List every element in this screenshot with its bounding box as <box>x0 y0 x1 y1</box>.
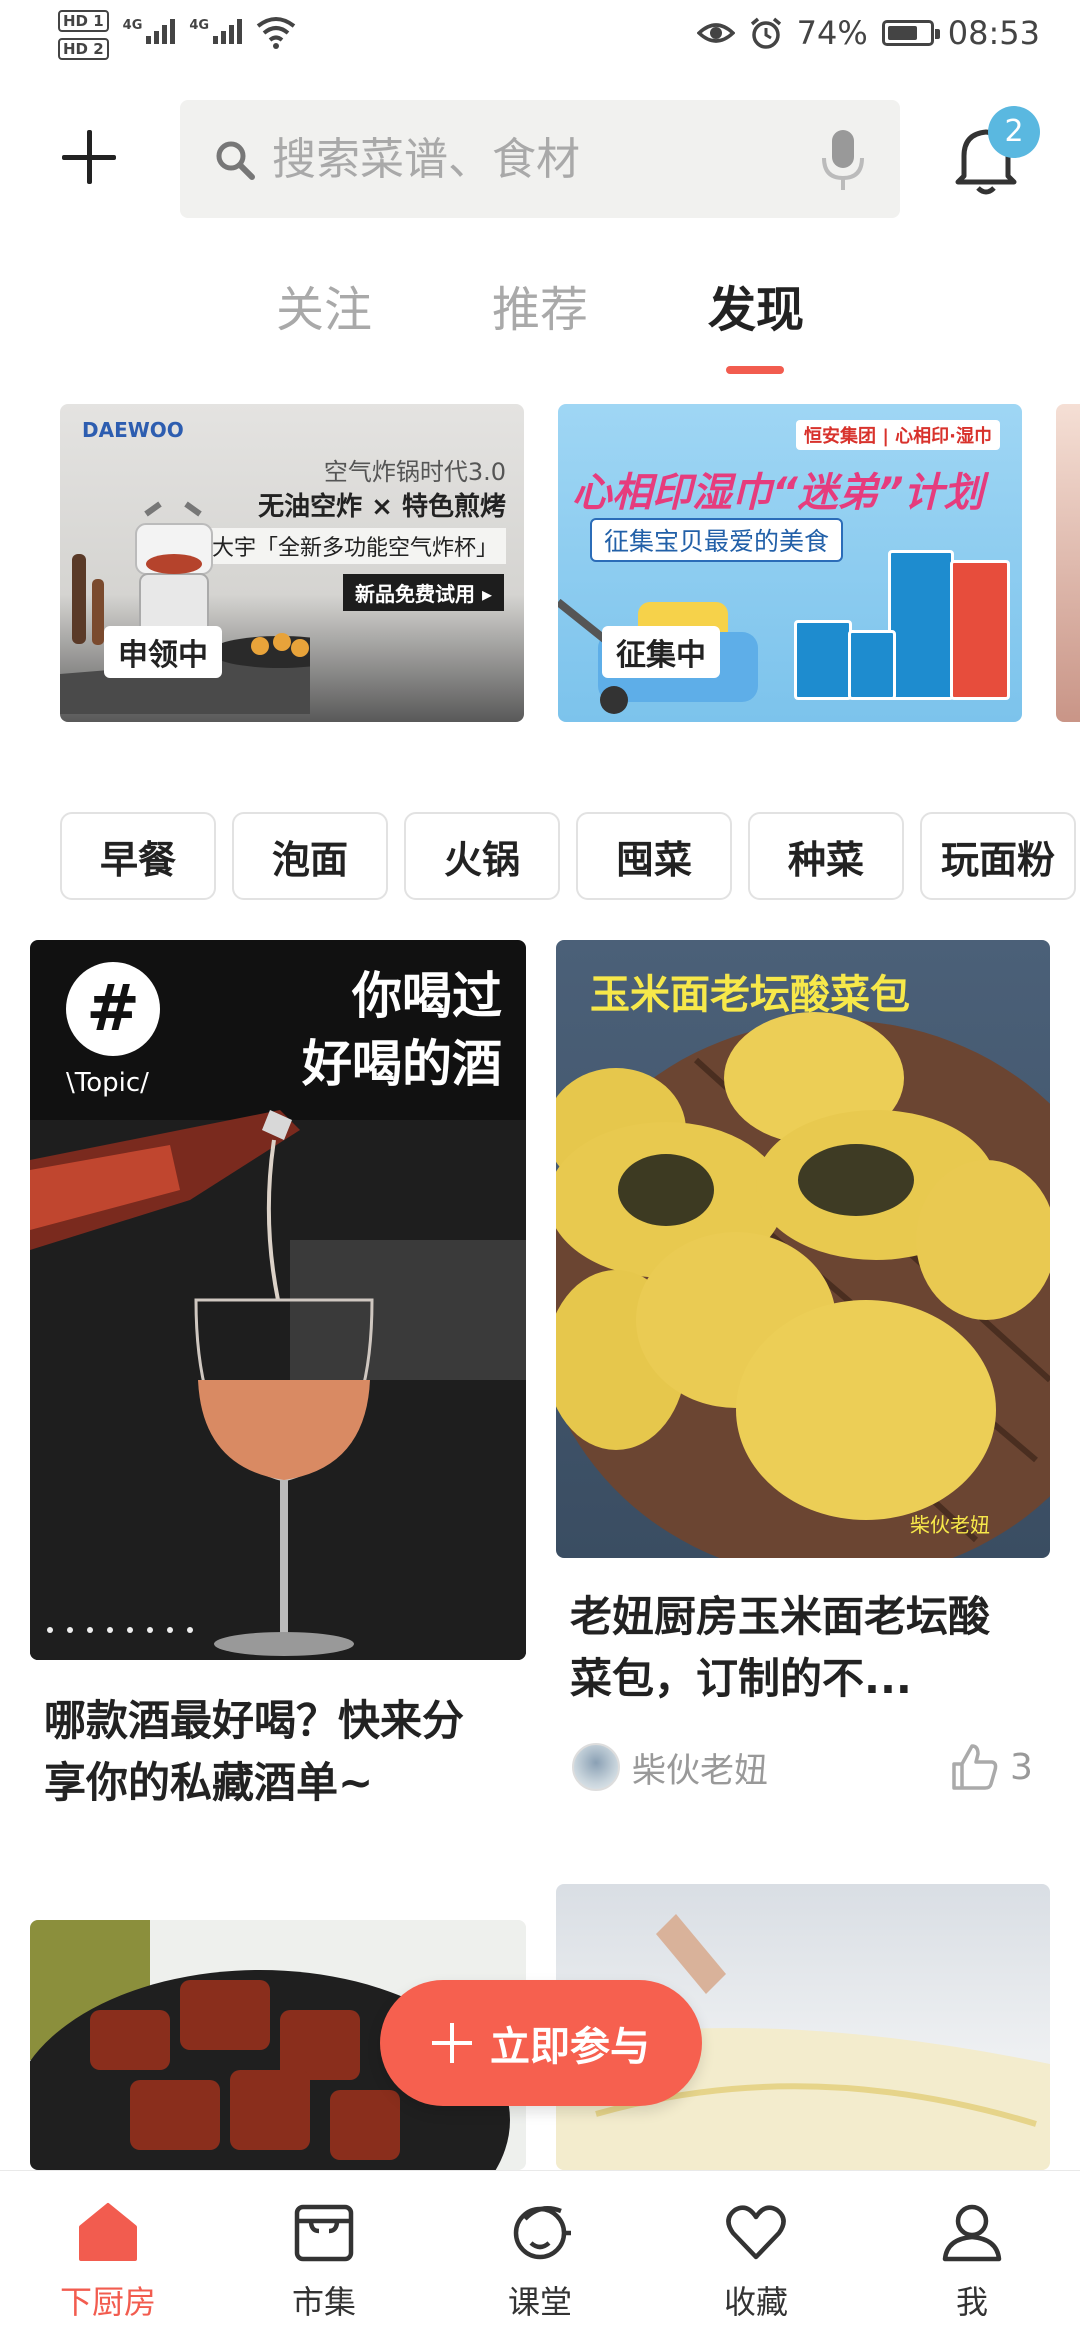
nav-label-market: 市集 <box>291 2283 356 2321</box>
image-headline-line2: 好喝的酒 <box>302 1035 502 1093</box>
promo-banner-airfryer[interactable]: DAEWOO 空气炸锅时代3.0 无油空炸 × 特色煎烤 大宇「全新多功能空气炸… <box>60 404 524 722</box>
nav-label-favorites: 收藏 <box>723 2283 788 2321</box>
chip-flour-play[interactable]: 玩面粉 <box>920 812 1076 900</box>
like-count: 3 <box>1010 1746 1033 1788</box>
nav-item-me[interactable]: 我 <box>864 2171 1080 2340</box>
banner-brand-logo: DAEWOO <box>82 418 184 442</box>
promo-banner-next[interactable] <box>1056 404 1080 722</box>
hd-indicators: HD 1 HD 2 <box>58 10 109 60</box>
banner-cta: 新品免费试用 ▸ <box>342 574 504 611</box>
signal-1: 4G <box>123 10 176 44</box>
image-headline: 玉米面老坛酸菜包 <box>590 972 910 1018</box>
market-icon <box>294 2204 354 2262</box>
tab-recommend[interactable]: 推荐 <box>492 270 588 340</box>
status-bar: HD 1 HD 2 4G 4G 74% 08:53 <box>0 0 1080 80</box>
topic-label: \Topic/ <box>66 1068 149 1098</box>
promo-banner-wipes[interactable]: 恒安集团 | 心相印·湿巾 心相印湿巾“迷弟”计划 征集宝贝最爱的美食 征集中 <box>558 404 1022 722</box>
nav-label-home: 下厨房 <box>59 2283 156 2321</box>
nav-label-classroom: 课堂 <box>507 2283 572 2321</box>
product-pack-image <box>888 550 954 700</box>
status-left: HD 1 HD 2 4G 4G <box>58 10 296 60</box>
like-button[interactable]: 3 <box>950 1738 1033 1796</box>
nav-item-market[interactable]: 市集 <box>216 2171 432 2340</box>
network-type-2: 4G <box>189 18 210 33</box>
search-input[interactable] <box>272 133 792 185</box>
signal-bars-2-icon <box>213 18 243 44</box>
tab-active-indicator <box>726 366 784 374</box>
feed-tabs: 关注 推荐 发现 <box>0 270 1080 380</box>
tab-follow[interactable]: 关注 <box>276 270 372 340</box>
banner-status-tag: 征集中 <box>602 626 720 678</box>
eye-icon <box>696 23 735 43</box>
product-pack-image <box>848 630 896 700</box>
battery-level <box>887 26 918 40</box>
classroom-icon <box>513 2206 571 2260</box>
avatar <box>572 1743 620 1791</box>
bottom-navigation: 下厨房 市集 课堂 收藏 我 <box>0 2170 1080 2340</box>
thumbs-up-icon <box>952 1744 998 1790</box>
battery-icon <box>881 20 940 46</box>
battery-percent: 74% <box>796 14 868 52</box>
chip-breakfast[interactable]: 早餐 <box>60 812 216 900</box>
signal-2: 4G <box>189 10 243 44</box>
chip-grow-vegetables[interactable]: 种菜 <box>748 812 904 900</box>
clock: 08:53 <box>947 14 1040 52</box>
feed-card-image-buns[interactable]: 玉米面老坛酸菜包 柴伙老妞 <box>556 940 1050 1558</box>
banner-headline: 空气炸锅时代3.0 <box>323 458 506 486</box>
image-headline-line1: 你喝过 <box>352 967 502 1025</box>
banner-brand-logo: 恒安集团 | 心相印·湿巾 <box>796 420 1000 450</box>
notification-badge: 2 <box>988 106 1040 158</box>
product-pack-image <box>794 620 852 700</box>
user-icon <box>942 2204 1002 2262</box>
air-fryer-illustration <box>60 501 310 714</box>
chip-hotpot[interactable]: 火锅 <box>404 812 560 900</box>
feed-card-title-wine[interactable]: 哪款酒最好喝？快来分享你的私藏酒单~ <box>44 1690 504 1814</box>
signal-bars-1-icon <box>146 18 176 44</box>
banner-subheadline: 征集宝贝最爱的美食 <box>590 518 844 562</box>
nav-label-me: 我 <box>955 2283 988 2321</box>
join-now-button[interactable]: 立即参与 <box>380 1980 702 2106</box>
banner-status-tag: 申领中 <box>104 626 222 678</box>
microphone-icon[interactable] <box>818 128 868 192</box>
author-info[interactable]: 柴伙老妞 <box>572 1738 768 1796</box>
home-icon <box>79 2203 137 2261</box>
feed-card-title-buns[interactable]: 老妞厨房玉米面老坛酸菜包，订制的不... <box>570 1586 1030 1710</box>
status-right: 74% 08:53 <box>696 14 1040 52</box>
image-watermark: 柴伙老妞 <box>910 1513 990 1537</box>
banner-headline: 心相印湿巾“迷弟”计划 <box>572 470 984 516</box>
tab-discover[interactable]: 发现 <box>708 270 804 340</box>
heart-icon <box>726 2205 786 2260</box>
app-screen: HD 1 HD 2 4G 4G 74% 08:53 搜索菜谱、食材 2 关注 推… <box>0 0 1080 2340</box>
topic-hash-icon: # <box>66 962 160 1056</box>
product-pack-image <box>950 560 1010 700</box>
hd1-indicator: HD 1 <box>58 10 109 32</box>
nav-item-favorites[interactable]: 收藏 <box>648 2171 864 2340</box>
category-chips: 早餐 泡面 火锅 囤菜 种菜 玩面粉 <box>60 812 1080 902</box>
notifications-button[interactable]: 2 <box>950 106 1040 206</box>
chip-stock-up[interactable]: 囤菜 <box>576 812 732 900</box>
nav-item-home[interactable]: 下厨房 <box>0 2171 216 2340</box>
plus-icon <box>432 2023 472 2063</box>
search-bar[interactable] <box>180 100 900 218</box>
alarm-icon <box>750 17 781 49</box>
nav-item-classroom[interactable]: 课堂 <box>432 2171 648 2340</box>
promo-banner-carousel: DAEWOO 空气炸锅时代3.0 无油空炸 × 特色煎烤 大宇「全新多功能空气炸… <box>0 404 1080 722</box>
steamed-buns-photo <box>556 1012 1050 1558</box>
author-name: 柴伙老妞 <box>632 1750 768 1791</box>
feed-card-image-wine[interactable]: # \Topic/ 你喝过 好喝的酒 <box>30 940 526 1660</box>
image-headline: 你喝过 好喝的酒 <box>302 962 502 1098</box>
search-icon <box>216 141 255 180</box>
wifi-icon <box>256 17 296 49</box>
search-header: 2 <box>0 98 1080 218</box>
chip-instant-noodles[interactable]: 泡面 <box>232 812 388 900</box>
network-type-1: 4G <box>122 18 143 33</box>
join-now-label: 立即参与 <box>490 2024 650 2070</box>
add-recipe-button[interactable] <box>56 124 122 190</box>
hd2-indicator: HD 2 <box>58 38 109 60</box>
